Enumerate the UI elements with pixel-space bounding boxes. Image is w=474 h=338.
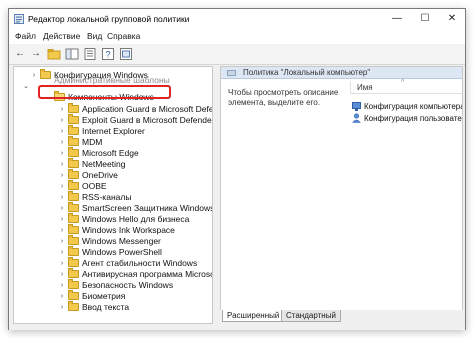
show-hide-tree-icon[interactable]	[65, 47, 79, 61]
folder-icon	[68, 125, 79, 135]
folder-icon	[68, 158, 79, 168]
tree-item-label: RSS-каналы	[82, 192, 132, 202]
tree-item-label: Агент стабильности Windows	[82, 258, 198, 268]
chevron-right-icon[interactable]: ›	[58, 126, 66, 137]
group-policy-app-icon	[14, 14, 24, 24]
tree-item-label: Биометрия	[82, 291, 126, 301]
folder-icon	[68, 180, 79, 190]
folder-icon	[68, 202, 79, 212]
menu-action[interactable]: Действие	[43, 31, 80, 41]
title-bar[interactable]: Редактор локальной групповой политики — …	[9, 9, 465, 29]
status-bar	[9, 324, 465, 330]
export-list-icon[interactable]	[83, 47, 97, 61]
tree-item-label: Антивирусная программа Microsoft Defende…	[82, 269, 212, 279]
chevron-right-icon[interactable]: ›	[58, 280, 66, 291]
tree-item-label: OOBE	[82, 181, 107, 191]
forward-button[interactable]: →	[29, 47, 43, 61]
tab-extended[interactable]: Расширенный	[222, 310, 285, 322]
folder-icon	[68, 147, 79, 157]
menu-file[interactable]: Файл	[15, 31, 36, 41]
folder-icon	[68, 224, 79, 234]
folder-icon	[68, 191, 79, 201]
tree-item-label: Internet Explorer	[82, 126, 145, 136]
chevron-down-icon[interactable]: ⌄	[22, 81, 30, 92]
folder-icon	[68, 290, 79, 300]
tree-item-label: NetMeeting	[82, 159, 126, 169]
tab-standard[interactable]: Стандартный	[281, 310, 341, 322]
gpedit-window: Редактор локальной групповой политики — …	[8, 8, 466, 330]
folder-icon	[68, 246, 79, 256]
chevron-right-icon[interactable]: ›	[58, 269, 66, 280]
details-header: Политика "Локальный компьютер"	[221, 67, 462, 79]
menu-bar: Файл Действие Вид Справка	[9, 29, 465, 44]
chevron-right-icon[interactable]: ›	[58, 137, 66, 148]
folder-icon	[68, 279, 79, 289]
tree-item-label: Application Guard в Microsoft Defender	[82, 104, 213, 114]
highlight-annotation	[38, 85, 171, 99]
sort-indicator-icon: ^	[401, 79, 405, 86]
chevron-right-icon[interactable]: ›	[30, 70, 38, 81]
chevron-right-icon[interactable]: ›	[58, 181, 66, 192]
tree-item-label: Windows PowerShell	[82, 247, 162, 257]
description-text: Чтобы просмотреть описание элемента, выд…	[228, 88, 339, 107]
chevron-right-icon[interactable]: ›	[58, 115, 66, 126]
computer-icon	[352, 102, 361, 111]
tree-item-label: Exploit Guard в Microsoft Defender	[82, 115, 213, 125]
chevron-right-icon[interactable]: ›	[58, 203, 66, 214]
back-button[interactable]: ←	[13, 47, 27, 61]
chevron-right-icon[interactable]: ›	[58, 236, 66, 247]
folder-icon	[68, 257, 79, 267]
view-tabs: Расширенный Стандартный	[220, 310, 463, 324]
folder-icon	[227, 70, 236, 76]
tree-item-label: Безопасность Windows	[82, 280, 174, 290]
tree-item-label: Windows Hello для бизнеса	[82, 214, 190, 224]
toolbar: ← → ?	[9, 44, 465, 65]
folder-icon	[68, 235, 79, 245]
tree-item-label: OneDrive	[82, 170, 118, 180]
user-icon	[352, 113, 361, 123]
help-icon[interactable]: ?	[101, 47, 115, 61]
column-header-name[interactable]: ^ Имя	[350, 79, 462, 94]
chevron-right-icon[interactable]: ›	[58, 247, 66, 258]
tree-item-label: SmartScreen Защитника Windows	[82, 203, 213, 213]
window-title: Редактор локальной групповой политики	[28, 14, 190, 24]
close-button[interactable]: ✕	[438, 9, 466, 29]
menu-view[interactable]: Вид	[87, 31, 102, 41]
chevron-right-icon[interactable]: ›	[58, 192, 66, 203]
details-pane: Политика "Локальный компьютер" Чтобы про…	[220, 66, 463, 324]
folder-icon	[68, 213, 79, 223]
tree-item-label: Microsoft Edge	[82, 148, 139, 158]
chevron-right-icon[interactable]: ›	[58, 104, 66, 115]
details-header-title: Политика "Локальный компьютер"	[243, 68, 371, 77]
tree-item-label: Windows Ink Workspace	[82, 225, 175, 235]
folder-icon	[40, 69, 51, 79]
chevron-right-icon[interactable]: ›	[58, 258, 66, 269]
chevron-right-icon[interactable]: ›	[58, 225, 66, 236]
chevron-right-icon[interactable]: ›	[58, 148, 66, 159]
chevron-right-icon[interactable]: ›	[58, 170, 66, 181]
tree-item-label: Ввод текста	[82, 302, 130, 312]
up-folder-icon[interactable]	[47, 47, 61, 61]
tree-item-label: Windows Messenger	[82, 236, 161, 246]
console-tree: › Конфигурация Windows ⌄ Административны…	[13, 66, 213, 324]
menu-help[interactable]: Справка	[107, 31, 140, 41]
chevron-right-icon[interactable]: ›	[58, 291, 66, 302]
chevron-right-icon[interactable]: ›	[58, 302, 66, 313]
folder-icon	[68, 114, 79, 124]
svg-text:?: ?	[105, 50, 110, 60]
chevron-right-icon[interactable]: ›	[58, 214, 66, 225]
folder-icon	[68, 103, 79, 113]
folder-icon	[68, 301, 79, 311]
maximize-button[interactable]: ☐	[411, 9, 439, 29]
folder-icon	[68, 136, 79, 146]
chevron-right-icon[interactable]: ›	[58, 159, 66, 170]
folder-icon	[68, 169, 79, 179]
minimize-button[interactable]: —	[383, 9, 411, 29]
properties-icon[interactable]	[119, 47, 133, 61]
tree-item-label: MDM	[82, 137, 103, 147]
folder-icon	[68, 268, 79, 278]
